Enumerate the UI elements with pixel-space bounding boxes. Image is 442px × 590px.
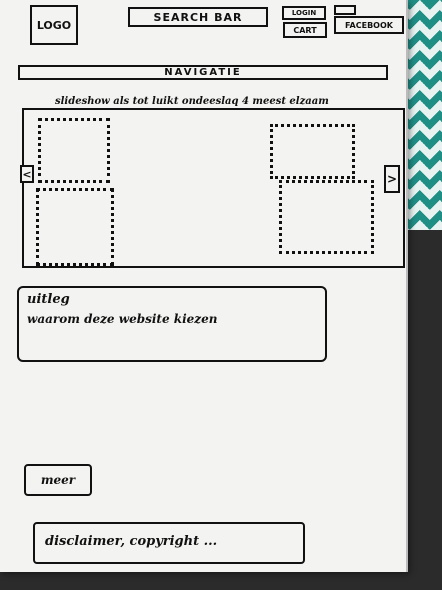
navigation-label: NAVIGATIE xyxy=(164,67,242,78)
slide-image[interactable] xyxy=(36,188,114,266)
info-title: uitleg xyxy=(27,292,70,307)
sketch-paper: LOGO SEARCH BAR LOGIN CART FACEBOOK NAVI… xyxy=(0,0,408,572)
slide-image[interactable] xyxy=(270,124,355,179)
chevron-right-icon: > xyxy=(386,172,398,186)
facebook-label: FACEBOOK xyxy=(345,20,393,30)
info-text: waarom deze website kiezen xyxy=(27,312,218,326)
info-box: uitleg waarom deze website kiezen xyxy=(17,286,327,362)
search-bar[interactable]: SEARCH BAR xyxy=(128,7,268,27)
footer: disclaimer, copyright ... xyxy=(33,522,305,564)
login-label: LOGIN xyxy=(291,9,317,17)
login-button[interactable]: LOGIN xyxy=(282,6,326,20)
more-button[interactable]: meer xyxy=(24,464,92,496)
cart-label: CART xyxy=(293,25,317,35)
logo: LOGO xyxy=(36,18,72,32)
prev-button[interactable]: < xyxy=(20,165,34,183)
search-bar-label: SEARCH BAR xyxy=(153,10,243,24)
slideshow xyxy=(22,108,405,268)
logo-box[interactable]: LOGO xyxy=(30,5,78,45)
chevron-left-icon: < xyxy=(22,167,32,181)
slide-image[interactable] xyxy=(38,118,110,183)
slideshow-caption: slideshow als tot luikt ondeeslaq 4 mees… xyxy=(55,96,329,107)
facebook-button[interactable]: FACEBOOK xyxy=(334,16,404,34)
footer-text: disclaimer, copyright ... xyxy=(45,534,218,549)
navigation-bar[interactable]: NAVIGATIE xyxy=(18,65,388,80)
account-icon[interactable] xyxy=(334,5,356,15)
next-button[interactable]: > xyxy=(384,165,400,193)
cart-button[interactable]: CART xyxy=(283,22,327,38)
slide-image[interactable] xyxy=(279,180,374,254)
more-label: meer xyxy=(40,473,76,487)
